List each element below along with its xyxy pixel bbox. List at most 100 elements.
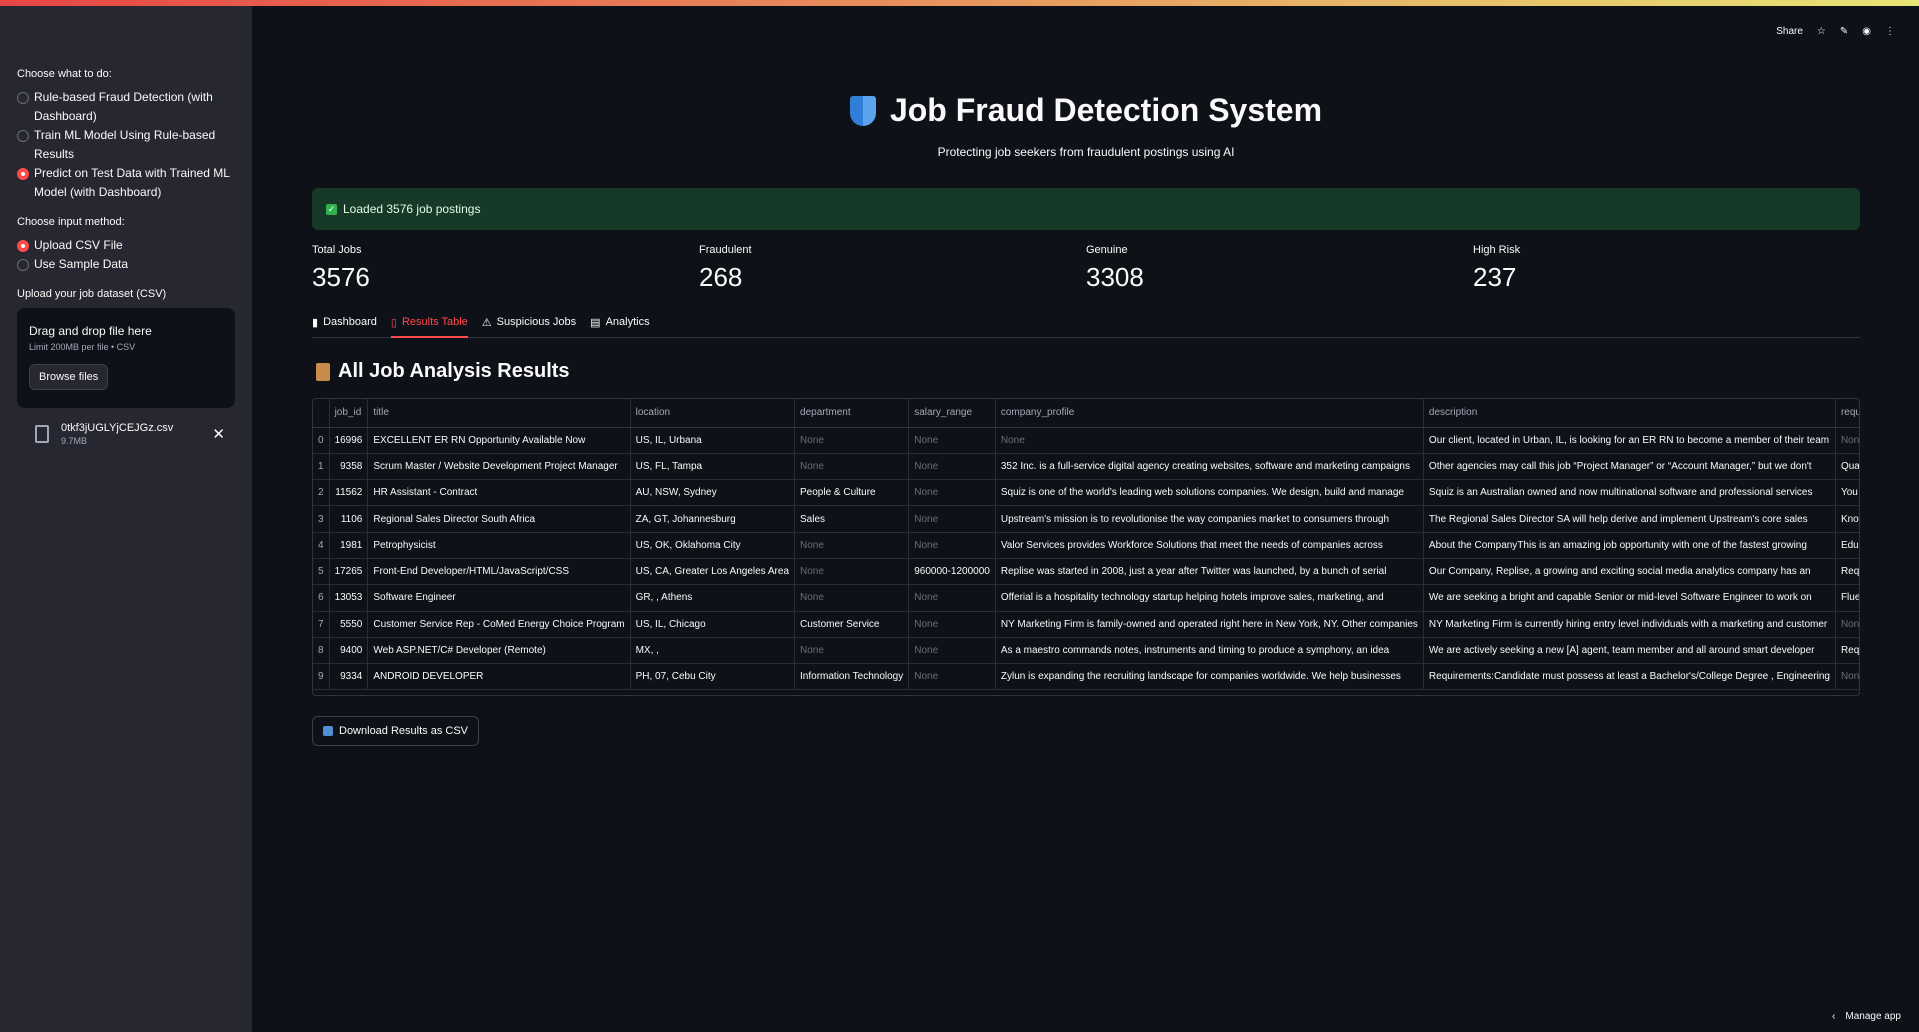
column-header[interactable]: company_profile xyxy=(995,399,1424,428)
table-cell[interactable]: Our Company, Replise, a growing and exci… xyxy=(1423,558,1836,586)
table-cell[interactable]: 9358 xyxy=(329,453,369,481)
table-cell[interactable]: Valor Services provides Workforce Soluti… xyxy=(995,532,1424,559)
download-csv-button[interactable]: Download Results as CSV xyxy=(312,716,480,746)
remove-file-icon[interactable]: ✕ xyxy=(212,425,225,443)
table-cell[interactable]: We are actively seeking a new [A] agent,… xyxy=(1423,637,1836,665)
share-button[interactable]: Share xyxy=(1776,26,1803,37)
table-cell[interactable]: 1106 xyxy=(329,505,369,533)
table-cell[interactable]: Qualifications2-10 years of experience i… xyxy=(1835,453,1859,481)
table-cell[interactable]: 7 xyxy=(313,611,330,638)
table-cell[interactable]: 960000-1200000 xyxy=(908,558,996,586)
table-cell[interactable]: None xyxy=(1835,427,1859,454)
table-cell[interactable]: You could be a graduate or have many yea… xyxy=(1835,479,1859,507)
table-cell[interactable]: None xyxy=(794,453,910,481)
table-cell[interactable]: None xyxy=(908,584,996,612)
table-cell[interactable]: Information Technology xyxy=(794,663,910,691)
table-row[interactable]: 1 9358 Scrum Master / Website Development … xyxy=(313,453,1859,481)
table-cell[interactable]: Zylun is expanding the recruiting landsc… xyxy=(995,663,1424,691)
table-cell[interactable]: None xyxy=(908,663,996,691)
table-cell[interactable]: 3 xyxy=(313,505,330,533)
radio-icon[interactable] xyxy=(17,168,29,180)
table-cell[interactable]: None xyxy=(995,427,1424,454)
table-cell[interactable]: 13053 xyxy=(329,584,369,612)
star-icon[interactable]: ☆ xyxy=(1817,26,1826,37)
table-cell[interactable]: Education: Bachelor's degree in Geology xyxy=(1835,532,1859,559)
table-cell[interactable]: Software Engineer xyxy=(367,584,631,612)
table-row[interactable]: 4 1981 Petrophysicist US, OK, Oklahoma City… xyxy=(313,532,1859,559)
table-cell[interactable]: Requirements:Candidate must possess at l… xyxy=(1423,663,1836,691)
table-cell[interactable]: As a maestro commands notes, instruments… xyxy=(995,637,1424,665)
table-cell[interactable]: The Regional Sales Director SA will help… xyxy=(1423,505,1836,533)
table-cell[interactable]: Squiz is one of the world's leading web … xyxy=(995,479,1424,507)
table-cell[interactable]: None xyxy=(908,427,996,454)
table-cell[interactable]: None xyxy=(908,637,996,665)
browse-files-button[interactable]: Browse files xyxy=(29,364,109,390)
table-cell[interactable]: Offerial is a hospitality technology sta… xyxy=(995,584,1424,612)
table-cell[interactable]: People & Culture xyxy=(794,479,910,507)
table-cell[interactable]: 9 xyxy=(313,663,330,691)
table-cell[interactable]: Knowledge/Skills/ExperienceProven sales xyxy=(1835,505,1859,533)
table-cell[interactable]: None xyxy=(794,558,910,586)
github-icon[interactable]: ◉ xyxy=(1862,26,1871,37)
tab-analytics[interactable]: ▤ Analytics xyxy=(590,314,649,338)
table-cell[interactable]: Requirements:4+ years of coding using ..… xyxy=(1835,558,1859,586)
table-cell[interactable]: Sales xyxy=(794,505,910,533)
table-cell[interactable]: US, FL, Tampa xyxy=(630,453,796,481)
table-cell[interactable]: 352 Inc. is a full-service digital agenc… xyxy=(995,453,1424,481)
table-cell[interactable]: 5 xyxy=(313,558,330,586)
table-cell[interactable]: Requirements:· At least a 60% English xyxy=(1835,637,1859,665)
table-cell[interactable]: Our client, located in Urban, IL, is loo… xyxy=(1423,427,1836,454)
table-row[interactable]: 9 9334 ANDROID DEVELOPER PH, 07, Cebu City I… xyxy=(313,663,1859,691)
table-cell[interactable]: MX, , xyxy=(630,637,796,665)
actions-option[interactable]: Rule-based Fraud Detection (with Dashboa… xyxy=(17,88,235,126)
actions-option[interactable]: Predict on Test Data with Trained ML Mod… xyxy=(17,164,235,202)
column-header[interactable] xyxy=(313,399,330,428)
table-cell[interactable]: 16996 xyxy=(329,427,369,454)
table-cell[interactable]: None xyxy=(794,637,910,665)
tab-suspicious-jobs[interactable]: ⚠ Suspicious Jobs xyxy=(482,314,576,338)
table-cell[interactable]: None xyxy=(1835,611,1859,638)
table-row[interactable]: 8 9400 Web ASP.NET/C# Developer (Remote) MX… xyxy=(313,637,1859,665)
table-cell[interactable]: 9400 xyxy=(329,637,369,665)
table-cell[interactable]: None xyxy=(908,479,996,507)
table-cell[interactable]: 1 xyxy=(313,453,330,481)
table-cell[interactable]: None xyxy=(908,453,996,481)
more-menu-icon[interactable]: ⋮ xyxy=(1885,26,1895,37)
actions-option[interactable]: Train ML Model Using Rule-based Results xyxy=(17,126,235,164)
file-dropzone[interactable]: Drag and drop file here Limit 200MB per … xyxy=(17,308,235,408)
table-cell[interactable]: US, IL, Chicago xyxy=(630,611,796,638)
results-table[interactable]: job_id title location department salary_rang… xyxy=(312,398,1860,696)
tab-results-table[interactable]: ▯ Results Table xyxy=(390,314,468,338)
table-cell[interactable]: None xyxy=(794,584,910,612)
radio-icon[interactable] xyxy=(17,92,29,104)
table-cell[interactable]: 0 xyxy=(313,427,330,454)
table-cell[interactable]: About the CompanyThis is an amazing job … xyxy=(1423,532,1836,559)
table-cell[interactable]: PH, 07, Cebu City xyxy=(630,663,796,691)
table-cell[interactable]: Web ASP.NET/C# Developer (Remote) xyxy=(367,637,631,665)
table-cell[interactable]: Regional Sales Director South Africa xyxy=(367,505,631,533)
table-row[interactable]: 3 1106 Regional Sales Director South Afric… xyxy=(313,505,1859,533)
table-cell[interactable]: 8 xyxy=(313,637,330,665)
table-row[interactable]: 2 11562 HR Assistant - Contract AU, NSW, Sy… xyxy=(313,479,1859,507)
table-cell[interactable]: Fluent in EnglishA minimum of 4 years ex… xyxy=(1835,584,1859,612)
table-cell[interactable]: NY Marketing Firm is currently hiring en… xyxy=(1423,611,1836,638)
table-row[interactable]: 5 17265 Front-End Developer/HTML/JavaScrip… xyxy=(313,558,1859,586)
table-cell[interactable]: None xyxy=(794,532,910,559)
radio-icon[interactable] xyxy=(17,240,29,252)
table-cell[interactable]: HR Assistant - Contract xyxy=(367,479,631,507)
edit-icon[interactable]: ✎ xyxy=(1840,26,1848,37)
table-cell[interactable]: GR, , Athens xyxy=(630,584,796,612)
table-cell[interactable]: None xyxy=(794,427,910,454)
column-header[interactable]: requirements xyxy=(1835,399,1859,428)
table-cell[interactable]: Petrophysicist xyxy=(367,532,631,559)
table-cell[interactable]: Squiz is an Australian owned and now mul… xyxy=(1423,479,1836,507)
table-row[interactable]: 0 16996 EXCELLENT ER RN Opportunity Availa… xyxy=(313,427,1859,454)
table-cell[interactable]: US, IL, Urbana xyxy=(630,427,796,454)
table-cell[interactable]: EXCELLENT ER RN Opportunity Available No… xyxy=(367,427,631,454)
table-cell[interactable]: None xyxy=(908,505,996,533)
table-cell[interactable]: 2 xyxy=(313,479,330,507)
column-header[interactable]: salary_range xyxy=(908,399,996,428)
table-cell[interactable]: None xyxy=(908,532,996,559)
table-cell[interactable]: 5550 xyxy=(329,611,369,638)
table-row[interactable]: 6 13053 Software Engineer GR, , Athens None N… xyxy=(313,584,1859,612)
